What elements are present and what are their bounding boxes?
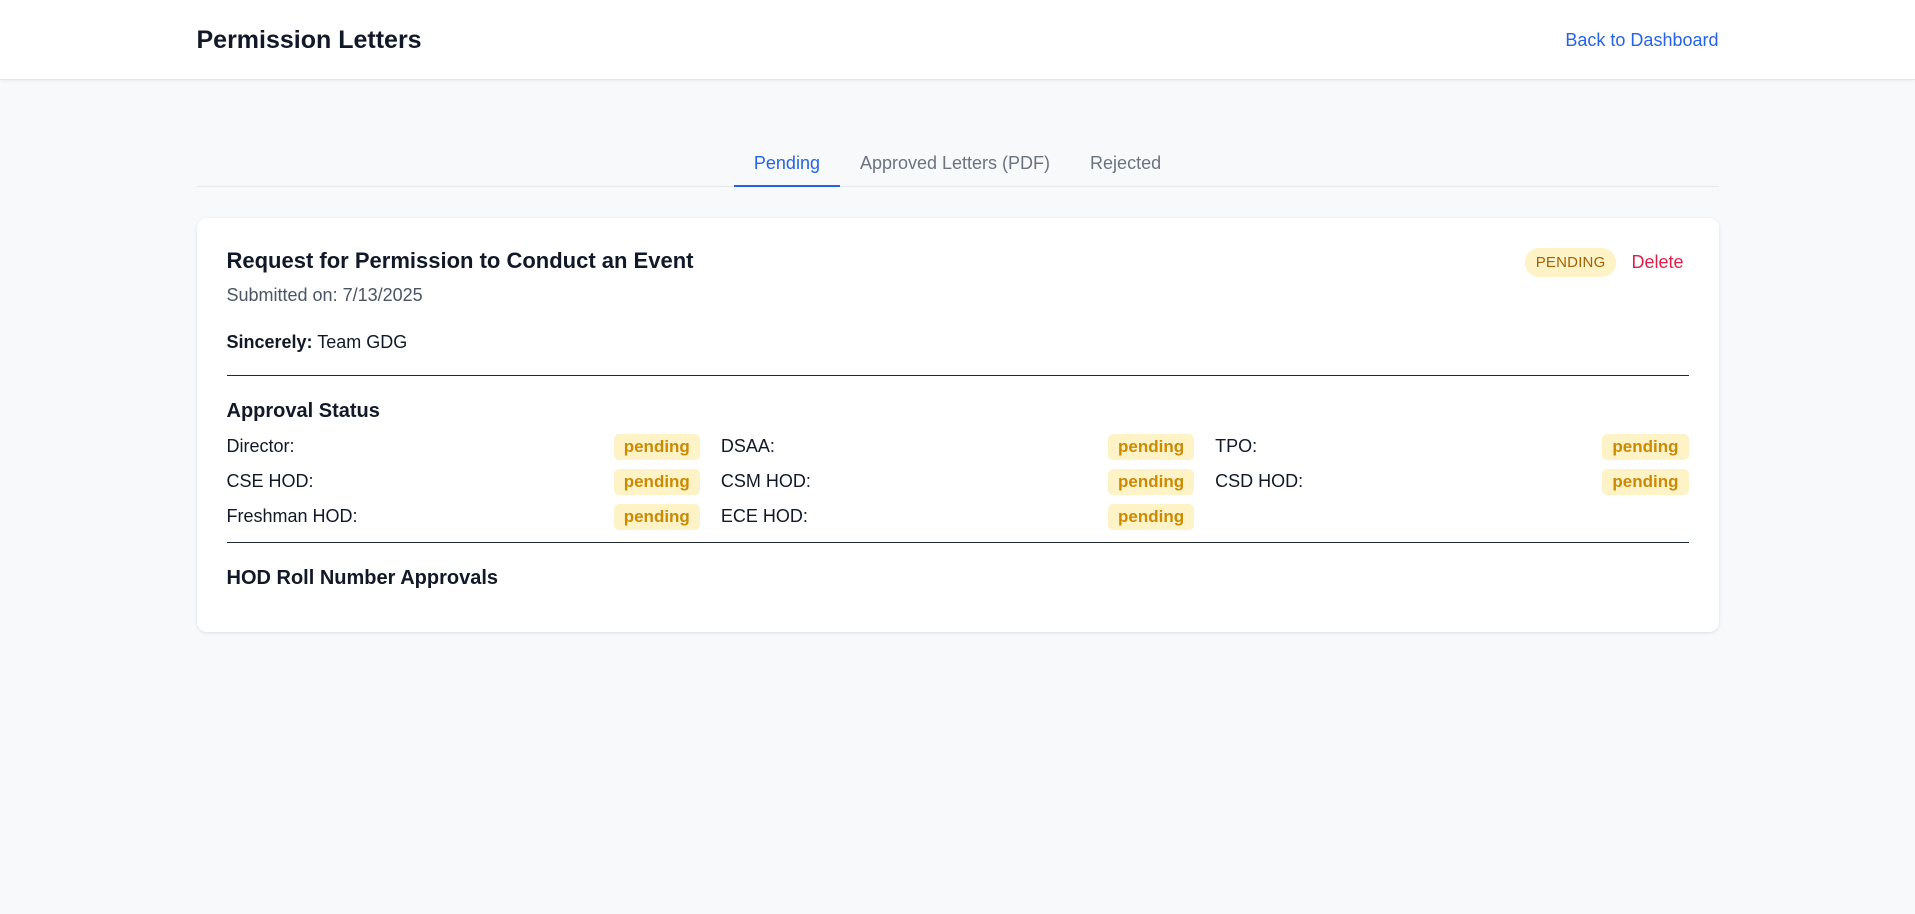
sincerely-value: Team GDG xyxy=(317,332,408,352)
divider xyxy=(226,375,1689,376)
approval-grid: Director: pending DSAA: pending TPO: pen… xyxy=(227,433,1689,530)
tabs-bar: Pending Approved Letters (PDF) Rejected xyxy=(196,147,1719,187)
approval-item-ece-hod: ECE HOD: pending xyxy=(720,503,1195,530)
letter-title: Request for Permission to Conduct an Eve… xyxy=(226,248,694,273)
header-inner: Permission Letters Back to Dashboard xyxy=(197,0,1719,80)
approval-status-badge: pending xyxy=(613,468,700,495)
submitted-date: Submitted on: 7/13/2025 xyxy=(226,285,423,305)
approval-status-badge: pending xyxy=(1108,468,1195,495)
divider xyxy=(226,542,1689,543)
approval-item-csm-hod: CSM HOD: pending xyxy=(720,468,1195,495)
approval-item-director: Director: pending xyxy=(227,433,700,460)
tab-pending[interactable]: Pending xyxy=(733,153,840,187)
approval-status-badge: pending xyxy=(1602,433,1689,460)
letter-card-heading: Request for Permission to Conduct an Eve… xyxy=(227,248,694,306)
approval-item-tpo: TPO: pending xyxy=(1215,433,1689,460)
hod-roll-approvals-title: HOD Roll Number Approvals xyxy=(226,567,499,589)
main-content: Pending Approved Letters (PDF) Rejected … xyxy=(196,147,1719,632)
letter-actions: PENDING Delete xyxy=(1524,248,1684,277)
approval-label: TPO: xyxy=(1215,436,1258,456)
top-header: Permission Letters Back to Dashboard xyxy=(0,0,1915,80)
tab-rejected[interactable]: Rejected xyxy=(1070,153,1181,187)
approval-item-cse-hod: CSE HOD: pending xyxy=(227,468,700,495)
letter-card-header: Request for Permission to Conduct an Eve… xyxy=(227,248,1689,306)
approval-label: CSE HOD: xyxy=(226,471,314,491)
approval-status-title: Approval Status xyxy=(226,400,380,422)
approval-item-freshman-hod: Freshman HOD: pending xyxy=(227,503,700,530)
page-title: Permission Letters xyxy=(196,25,422,54)
approval-label: ECE HOD: xyxy=(720,506,808,526)
tab-approved-letters[interactable]: Approved Letters (PDF) xyxy=(840,153,1070,187)
approval-status-badge: pending xyxy=(1602,468,1689,495)
approval-label: Freshman HOD: xyxy=(226,506,358,526)
approval-item-csd-hod: CSD HOD: pending xyxy=(1215,468,1689,495)
approval-label: CSD HOD: xyxy=(1215,471,1304,491)
approval-label: Director: xyxy=(226,436,295,456)
approval-label: CSM HOD: xyxy=(720,471,811,491)
approval-label: DSAA: xyxy=(720,436,775,456)
delete-button[interactable]: Delete xyxy=(1631,252,1683,273)
status-badge: PENDING xyxy=(1524,248,1617,277)
back-to-dashboard-link[interactable]: Back to Dashboard xyxy=(1565,30,1718,51)
sincerely-label: Sincerely: xyxy=(226,332,313,352)
approval-status-badge: pending xyxy=(1108,503,1195,530)
approval-status-badge: pending xyxy=(613,503,700,530)
approval-item-dsaa: DSAA: pending xyxy=(720,433,1195,460)
letter-card: Request for Permission to Conduct an Eve… xyxy=(196,218,1719,632)
approval-status-badge: pending xyxy=(1108,433,1195,460)
approval-status-badge: pending xyxy=(613,433,700,460)
sincerely-line: Sincerely: Team GDG xyxy=(227,332,1689,353)
